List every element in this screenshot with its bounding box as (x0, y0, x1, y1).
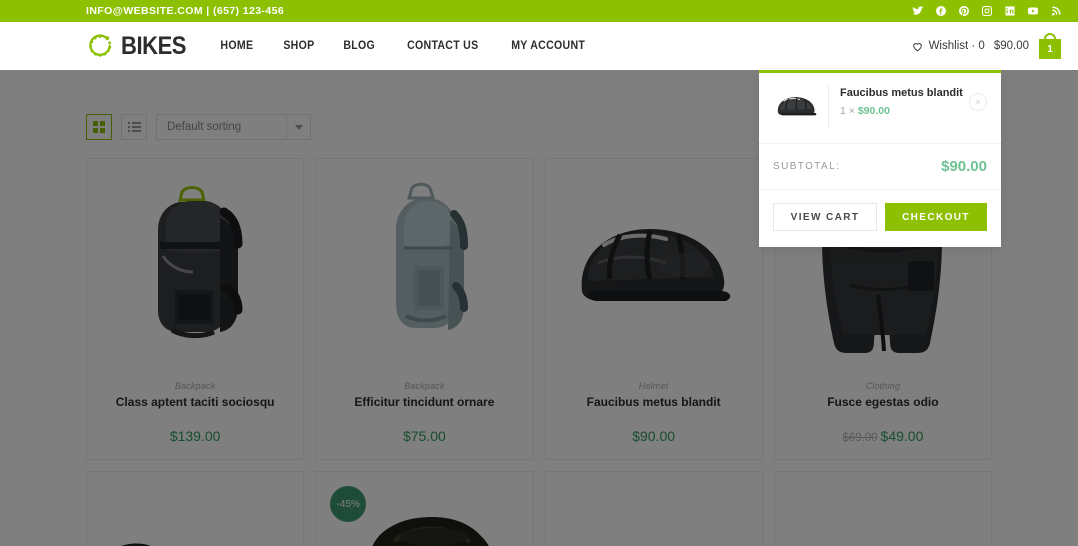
heart-icon (911, 40, 924, 53)
top-contact-bar: INFO@WEBSITE.COM | (657) 123-456 (0, 0, 1078, 22)
cart-subtotal-row: SUBTOTAL: $90.00 (759, 144, 1001, 190)
cart-action-buttons: VIEW CART CHECKOUT (759, 190, 1001, 247)
checkout-button[interactable]: CHECKOUT (885, 203, 987, 231)
site-logo[interactable]: BIKES (86, 32, 195, 61)
wishlist-link[interactable]: Wishlist · 0 (911, 40, 985, 53)
social-links (912, 5, 1062, 17)
cart-item-quantity-price: 1 × $90.00 (840, 105, 969, 117)
contact-info: INFO@WEBSITE.COM | (657) 123-456 (86, 5, 285, 17)
nav-item-my-account[interactable]: MY ACCOUNT (512, 40, 586, 52)
cart-item-name[interactable]: Faucibus metus blandit (840, 87, 969, 100)
nav-item-contact-us[interactable]: CONTACT US (407, 40, 478, 52)
subtotal-label: SUBTOTAL: (773, 161, 841, 172)
cart-item-qty: 1 × (840, 105, 855, 118)
rss-icon[interactable] (1050, 5, 1062, 17)
cart-item-price: $90.00 (857, 105, 890, 118)
main-navigation: HOME SHOP BLOG CONTACT US MY ACCOUNT (219, 40, 589, 52)
brand-name: BIKES (121, 31, 187, 60)
cart-item-thumbnail[interactable] (773, 85, 829, 129)
cart-line-item: Faucibus metus blandit 1 × $90.00 × (759, 73, 1001, 144)
nav-item-shop[interactable]: SHOP (283, 40, 314, 52)
cart-item-count: 1 (1039, 39, 1061, 59)
view-cart-button[interactable]: VIEW CART (773, 203, 877, 231)
instagram-icon[interactable] (981, 5, 993, 17)
pinterest-icon[interactable] (958, 5, 970, 17)
mini-cart-panel: Faucibus metus blandit 1 × $90.00 × SUBT… (759, 70, 1001, 247)
cart-bag-button[interactable]: 1 (1038, 33, 1062, 59)
linkedin-icon[interactable] (1004, 5, 1016, 17)
youtube-icon[interactable] (1027, 5, 1039, 17)
cart-total-amount: $90.00 (993, 40, 1029, 52)
facebook-icon[interactable] (935, 5, 947, 17)
remove-item-button[interactable]: × (969, 93, 987, 111)
subtotal-value: $90.00 (941, 158, 987, 175)
header-actions: Wishlist · 0 $90.00 1 (911, 33, 1062, 59)
bike-chain-logo-icon (86, 32, 114, 60)
bag-handle-icon (1044, 33, 1056, 42)
twitter-icon[interactable] (912, 5, 924, 17)
site-header: BIKES HOME SHOP BLOG CONTACT US MY ACCOU… (0, 22, 1078, 70)
cart-item-info: Faucibus metus blandit 1 × $90.00 (840, 85, 969, 117)
nav-item-home[interactable]: HOME (220, 40, 253, 52)
wishlist-label: Wishlist · 0 (928, 40, 985, 52)
nav-item-blog[interactable]: BLOG (344, 40, 376, 52)
